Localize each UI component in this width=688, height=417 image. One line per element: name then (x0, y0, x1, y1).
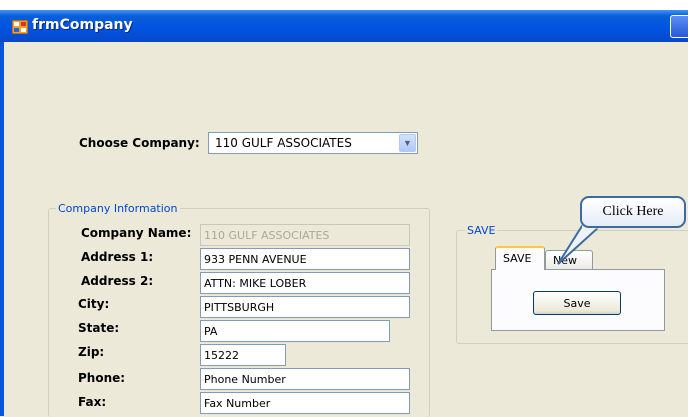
form-icon (12, 20, 28, 34)
tab-save-label: SAVE (503, 252, 532, 265)
window-title: frmCompany (32, 17, 133, 33)
state-field[interactable]: PA (200, 320, 390, 342)
title-bar[interactable]: frmCompany (0, 10, 688, 42)
save-button[interactable]: Save (533, 291, 621, 315)
address1-field[interactable]: 933 PENN AVENUE (200, 248, 410, 270)
fax-field[interactable]: Fax Number (200, 392, 410, 414)
title-bar-button[interactable] (670, 15, 688, 38)
zip-field[interactable]: 15222 (200, 344, 286, 366)
tab-save[interactable]: SAVE (495, 246, 545, 270)
choose-company-dropdown[interactable]: 110 GULF ASSOCIATES ▼ (208, 132, 418, 154)
state-label: State: (78, 321, 120, 335)
company-name-field[interactable]: 110 GULF ASSOCIATES (200, 224, 410, 246)
choose-company-value: 110 GULF ASSOCIATES (215, 136, 352, 150)
click-here-callout: Click Here (580, 196, 686, 228)
phone-label: Phone: (78, 371, 126, 385)
chevron-down-icon[interactable]: ▼ (399, 134, 416, 152)
fax-label: Fax: (78, 395, 107, 409)
callout-text: Click Here (602, 204, 664, 219)
zip-label: Zip: (78, 345, 105, 359)
address2-field[interactable]: ATTN: MIKE LOBER (200, 272, 410, 294)
phone-field[interactable]: Phone Number (200, 368, 410, 390)
callout-pointer (557, 225, 598, 265)
address1-label: Address 1: (81, 250, 154, 264)
choose-company-label: Choose Company: (79, 136, 200, 150)
city-label: City: (78, 297, 110, 311)
city-field[interactable]: PITTSBURGH (200, 296, 410, 318)
save-group-legend: SAVE (465, 224, 498, 237)
company-name-label: Company Name: (81, 226, 192, 240)
address2-label: Address 2: (81, 274, 154, 288)
company-information-legend: Company Information (56, 202, 180, 215)
